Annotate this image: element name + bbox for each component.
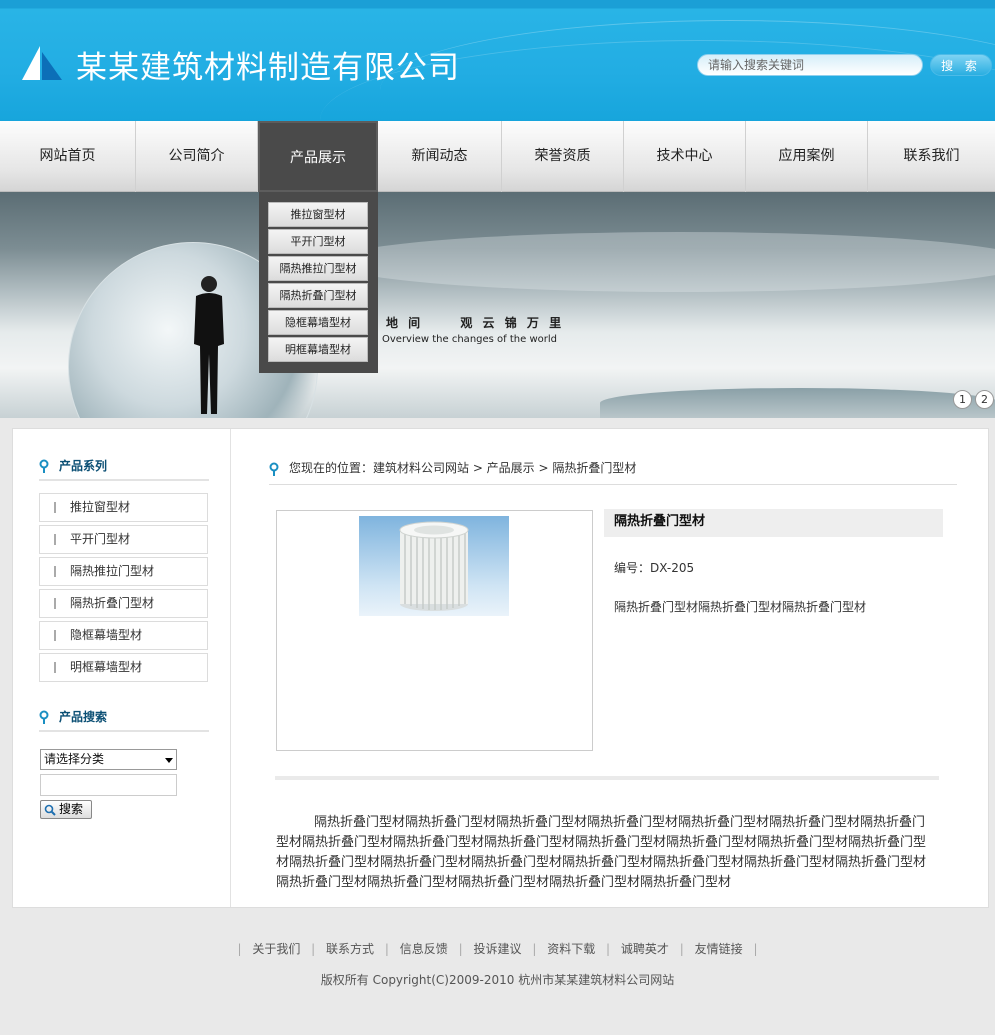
separator: | xyxy=(237,942,242,956)
banner-cloud xyxy=(330,232,995,292)
bullet-bar-icon xyxy=(54,566,56,577)
footer-link-complaints[interactable]: 投诉建议 xyxy=(473,942,521,956)
separator: | xyxy=(679,942,684,956)
nav-item-honors[interactable]: 荣誉资质 xyxy=(502,121,624,192)
nav-item-cases[interactable]: 应用案例 xyxy=(746,121,868,192)
logo-icon xyxy=(22,46,62,80)
banner: 地 间 观 云 锦 万 里 Overview the changes of th… xyxy=(0,192,995,418)
banner-slogan-english: Overview the changes of the world xyxy=(382,334,557,345)
banner-man-image xyxy=(194,276,224,414)
nav-item-about[interactable]: 公司简介 xyxy=(136,121,258,192)
product-title: 隔热折叠门型材 xyxy=(604,509,943,537)
bullet-bar-icon xyxy=(54,598,56,609)
company-name: 某某建筑材料制造有限公司 xyxy=(76,50,460,86)
sidebar-item-hidden-curtain-wall[interactable]: 隐框幕墙型材 xyxy=(39,621,208,650)
dropdown-item-hidden-curtain-wall[interactable]: 隐框幕墙型材 xyxy=(268,310,368,335)
separator: | xyxy=(458,942,463,956)
main-nav: 网站首页 公司简介 产品展示 新闻动态 荣誉资质 技术中心 应用案例 联系我们 xyxy=(0,121,995,192)
copyright: 版权所有 Copyright(C)2009-2010 杭州市某某建筑材料公司网站 xyxy=(320,973,675,987)
footer-link-contact[interactable]: 联系方式 xyxy=(326,942,374,956)
nav-item-home[interactable]: 网站首页 xyxy=(0,121,136,192)
product-search-heading: 产品搜索 xyxy=(39,706,209,732)
section-divider xyxy=(275,776,939,780)
sidebar-item-label: 平开门型材 xyxy=(70,532,131,546)
sidebar-item-exposed-curtain-wall[interactable]: 明框幕墙型材 xyxy=(39,653,208,682)
content-area: 产品系列 推拉窗型材 平开门型材 隔热推拉门型材 隔热折叠门型材 隐框幕墙型材 … xyxy=(12,428,989,908)
separator: | xyxy=(753,942,758,956)
sidebar-search-button[interactable]: 搜索 xyxy=(40,800,92,819)
category-select-value: 请选择分类 xyxy=(44,752,105,766)
sidebar-item-insulated-folding-door[interactable]: 隔热折叠门型材 xyxy=(39,589,208,618)
banner-page-2[interactable]: 2 xyxy=(975,390,994,409)
bullet-bar-icon xyxy=(54,662,56,673)
banner-slogan: 地 间 观 云 锦 万 里 xyxy=(386,316,565,330)
location-pin-icon xyxy=(269,462,279,476)
search-button[interactable]: 搜 索 xyxy=(930,54,992,76)
product-description: 隔热折叠门型材隔热折叠门型材隔热折叠门型材隔热折叠门型材隔热折叠门型材隔热折叠门… xyxy=(276,815,927,890)
product-series-title: 产品系列 xyxy=(59,459,108,473)
product-series-heading: 产品系列 xyxy=(39,455,209,481)
sidebar-item-insulated-sliding-door[interactable]: 隔热推拉门型材 xyxy=(39,557,208,586)
dropdown-item-insulated-folding-door[interactable]: 隔热折叠门型材 xyxy=(268,283,368,308)
dropdown-item-casement-door[interactable]: 平开门型材 xyxy=(268,229,368,254)
bullet-bar-icon xyxy=(54,534,56,545)
keyword-input[interactable] xyxy=(40,774,177,796)
footer-link-downloads[interactable]: 资料下载 xyxy=(547,942,595,956)
sidebar-item-label: 明框幕墙型材 xyxy=(70,660,143,674)
product-image-frame xyxy=(276,510,593,751)
products-dropdown-menu: 推拉窗型材 平开门型材 隔热推拉门型材 隔热折叠门型材 隐框幕墙型材 明框幕墙型… xyxy=(259,192,378,373)
magnifier-icon xyxy=(44,804,56,816)
separator: | xyxy=(311,942,316,956)
product-image xyxy=(359,516,509,616)
banner-page-1[interactable]: 1 xyxy=(953,390,972,409)
location-pin-icon xyxy=(39,459,49,473)
separator: | xyxy=(606,942,611,956)
product-summary: 隔热折叠门型材隔热折叠门型材隔热折叠门型材 xyxy=(614,600,867,614)
separator: | xyxy=(384,942,389,956)
footer-link-jobs[interactable]: 诚聘英才 xyxy=(621,942,669,956)
footer-link-about[interactable]: 关于我们 xyxy=(252,942,300,956)
nav-item-contact[interactable]: 联系我们 xyxy=(868,121,995,192)
bullet-bar-icon xyxy=(54,502,56,513)
sidebar-item-label: 隐框幕墙型材 xyxy=(70,628,143,642)
sidebar-item-label: 隔热折叠门型材 xyxy=(70,596,155,610)
search-input[interactable]: 请输入搜索关键词 xyxy=(697,54,923,76)
separator: | xyxy=(532,942,537,956)
sidebar-search-label: 搜索 xyxy=(59,802,84,816)
nav-item-news[interactable]: 新闻动态 xyxy=(378,121,502,192)
footer-link-friends[interactable]: 友情链接 xyxy=(695,942,743,956)
bullet-bar-icon xyxy=(54,630,56,641)
sidebar-item-casement-door[interactable]: 平开门型材 xyxy=(39,525,208,554)
dropdown-item-exposed-curtain-wall[interactable]: 明框幕墙型材 xyxy=(268,337,368,362)
category-select[interactable]: 请选择分类 xyxy=(40,749,177,770)
nav-item-tech[interactable]: 技术中心 xyxy=(624,121,746,192)
dropdown-item-sliding-window[interactable]: 推拉窗型材 xyxy=(268,202,368,227)
dropdown-arrow-icon xyxy=(165,758,173,763)
sidebar-item-sliding-window[interactable]: 推拉窗型材 xyxy=(39,493,208,522)
sidebar-item-label: 隔热推拉门型材 xyxy=(70,564,155,578)
banner-hills xyxy=(600,388,995,418)
footer-link-feedback[interactable]: 信息反馈 xyxy=(400,942,448,956)
sidebar-item-label: 推拉窗型材 xyxy=(70,500,131,514)
sidebar: 产品系列 推拉窗型材 平开门型材 隔热推拉门型材 隔热折叠门型材 隐框幕墙型材 … xyxy=(13,429,231,907)
product-code: 编号：DX-205 xyxy=(614,561,695,575)
breadcrumb-text: 您现在的位置：建筑材料公司网站 > 产品展示 > 隔热折叠门型材 xyxy=(289,461,637,475)
dropdown-item-insulated-sliding-door[interactable]: 隔热推拉门型材 xyxy=(268,256,368,281)
product-search-title: 产品搜索 xyxy=(59,710,108,724)
location-pin-icon xyxy=(39,710,49,724)
breadcrumb: 您现在的位置：建筑材料公司网站 > 产品展示 > 隔热折叠门型材 xyxy=(269,459,957,485)
footer-links: | 关于我们 | 联系方式 | 信息反馈 | 投诉建议 | 资料下载 | 诚聘英… xyxy=(0,940,995,957)
nav-item-products[interactable]: 产品展示 xyxy=(258,121,378,192)
site-header: 某某建筑材料制造有限公司 请输入搜索关键词 搜 索 xyxy=(0,0,995,121)
